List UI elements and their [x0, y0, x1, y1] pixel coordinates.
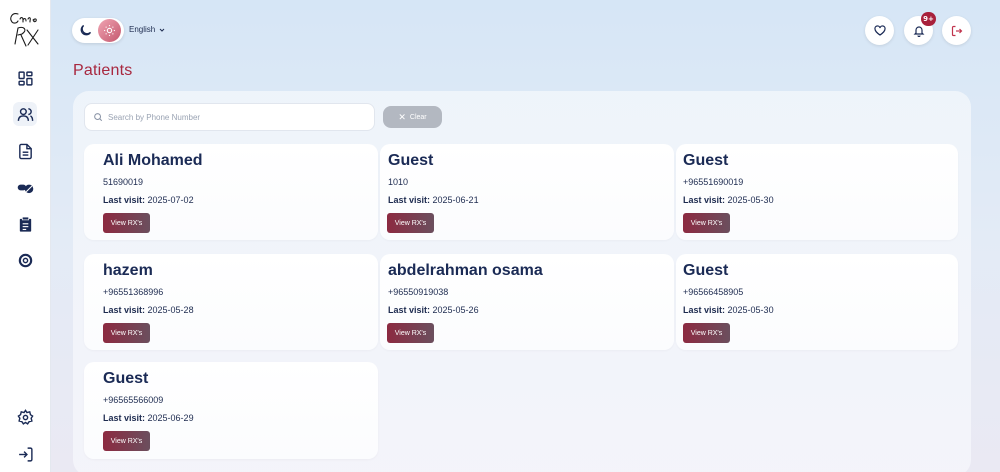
clear-button[interactable]: ✕ Clear [383, 106, 442, 128]
page-title: Patients [73, 62, 133, 79]
patient-last-visit: Last visit: 2025-05-28 [103, 305, 194, 315]
patient-last-visit: Last visit: 2025-05-26 [388, 305, 479, 315]
view-rx-button[interactable]: View RX's [683, 213, 730, 233]
search-box[interactable] [84, 103, 375, 131]
last-visit-date: 2025-05-28 [147, 305, 194, 315]
bell-icon [913, 25, 924, 37]
patient-card: Guest +96551690019 Last visit: 2025-05-3… [676, 144, 958, 240]
patient-phone: 1010 [388, 177, 409, 187]
logout-icon[interactable] [13, 442, 37, 466]
patient-phone: 51690019 [103, 177, 144, 187]
patient-phone: +96565566009 [103, 395, 164, 405]
patient-name: abdelrahman osama [388, 262, 543, 279]
close-icon: ✕ [398, 111, 406, 122]
view-rx-button[interactable]: View RX's [103, 323, 150, 343]
theme-toggle[interactable] [72, 18, 124, 43]
gear-icon[interactable] [13, 405, 37, 429]
view-rx-button[interactable]: View RX's [387, 213, 434, 233]
view-rx-button[interactable]: View RX's [683, 323, 730, 343]
logout-button[interactable] [942, 16, 971, 45]
last-visit-label: Last visit: [388, 195, 431, 205]
patient-last-visit: Last visit: 2025-06-29 [103, 413, 194, 423]
search-icon [94, 113, 103, 122]
clipboard-icon[interactable] [13, 212, 37, 236]
patient-phone: +96551690019 [683, 177, 744, 187]
moon-icon [80, 24, 92, 36]
heart-icon [873, 24, 886, 36]
view-rx-button[interactable]: View RX's [103, 213, 150, 233]
patient-card: Ali Mohamed 51690019 Last visit: 2025-07… [84, 144, 378, 240]
language-label: English [129, 25, 156, 34]
lifebuoy-icon[interactable] [13, 248, 37, 272]
patient-card: abdelrahman osama +96550919038 Last visi… [380, 254, 674, 350]
last-visit-label: Last visit: [103, 413, 146, 423]
patient-name: Guest [683, 262, 729, 279]
patient-last-visit: Last visit: 2025-06-21 [388, 195, 479, 205]
search-input[interactable] [108, 112, 358, 122]
view-rx-button[interactable]: View RX's [387, 323, 434, 343]
chevron-down-icon [159, 28, 165, 32]
patient-phone: +96566458905 [683, 287, 744, 297]
patient-name: Guest [103, 370, 149, 387]
patient-last-visit: Last visit: 2025-05-30 [683, 195, 774, 205]
sidebar [0, 0, 51, 472]
care-rx-logo[interactable] [6, 8, 44, 52]
language-selector[interactable]: English [129, 25, 166, 34]
notification-badge: 9+ [921, 12, 936, 26]
patient-name: Guest [683, 152, 729, 169]
pills-icon[interactable] [13, 175, 37, 199]
patient-name: Ali Mohamed [103, 152, 203, 169]
last-visit-label: Last visit: [388, 305, 431, 315]
patient-phone: +96550919038 [388, 287, 449, 297]
last-visit-label: Last visit: [683, 305, 726, 315]
last-visit-label: Last visit: [683, 195, 726, 205]
patient-card: Guest +96566458905 Last visit: 2025-05-3… [676, 254, 958, 350]
last-visit-date: 2025-05-26 [432, 305, 479, 315]
patient-name: Guest [388, 152, 434, 169]
patient-name: hazem [103, 262, 153, 279]
last-visit-date: 2025-05-30 [727, 195, 774, 205]
clear-label: Clear [409, 113, 427, 121]
last-visit-date: 2025-05-30 [727, 305, 774, 315]
last-visit-label: Last visit: [103, 305, 146, 315]
sun-icon [98, 19, 121, 42]
dashboard-icon[interactable] [13, 66, 37, 90]
document-icon[interactable] [13, 139, 37, 163]
patient-card: Guest 1010 Last visit: 2025-06-21 View R… [380, 144, 674, 240]
users-icon[interactable] [13, 102, 37, 126]
last-visit-date: 2025-06-29 [147, 413, 194, 423]
patient-last-visit: Last visit: 2025-05-30 [683, 305, 774, 315]
logout-icon [951, 25, 962, 36]
patient-phone: +96551368996 [103, 287, 164, 297]
view-rx-button[interactable]: View RX's [103, 431, 150, 451]
last-visit-date: 2025-06-21 [432, 195, 479, 205]
patient-card: Guest +96565566009 Last visit: 2025-06-2… [84, 362, 378, 459]
patient-card: hazem +96551368996 Last visit: 2025-05-2… [84, 254, 378, 350]
last-visit-date: 2025-07-02 [147, 195, 194, 205]
notifications-button[interactable]: 9+ [904, 12, 936, 45]
patient-last-visit: Last visit: 2025-07-02 [103, 195, 194, 205]
favorites-button[interactable] [865, 16, 894, 45]
last-visit-label: Last visit: [103, 195, 146, 205]
